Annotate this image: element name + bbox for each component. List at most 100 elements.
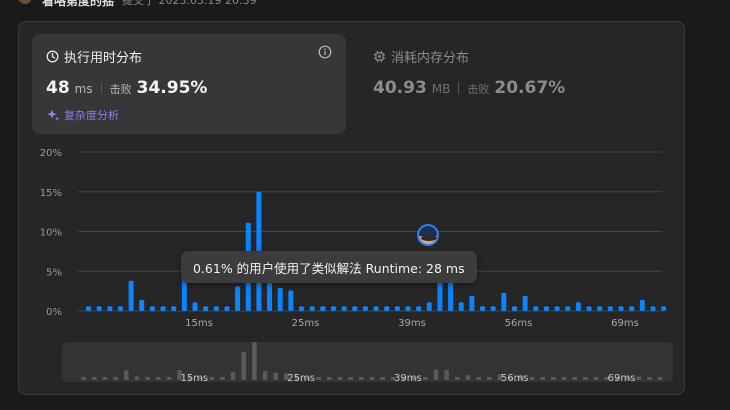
chart-bar[interactable]: [213, 306, 219, 311]
navigator-bar: [241, 351, 246, 380]
chart-bar[interactable]: [575, 302, 581, 311]
range-navigator[interactable]: [62, 342, 673, 382]
chart-bar[interactable]: [448, 279, 454, 311]
navigator-bar: [91, 377, 97, 380]
chart-bar[interactable]: [522, 295, 528, 311]
chart-bar[interactable]: [86, 306, 91, 311]
chart-bar[interactable]: [267, 283, 273, 311]
navigator-bar: [380, 377, 385, 380]
y-tick-label: 5%: [46, 267, 62, 278]
chart-bar[interactable]: [618, 306, 624, 311]
chart-bar[interactable]: [512, 306, 517, 311]
navigator-bar: [134, 376, 140, 380]
navigator-bar: [540, 377, 545, 380]
navigator-bar: [433, 369, 439, 380]
chart-bar[interactable]: [320, 306, 326, 311]
chart-bar[interactable]: [330, 306, 336, 311]
chart-bar[interactable]: [661, 306, 667, 311]
chart-bar[interactable]: [554, 306, 560, 311]
chart-bar[interactable]: [117, 306, 123, 311]
x-tick-label: 15ms: [185, 318, 213, 329]
x-tick-label: 39ms: [398, 318, 426, 329]
chart-bar[interactable]: [597, 306, 603, 311]
chart-bar[interactable]: [426, 302, 432, 311]
navigator-bar: [145, 377, 150, 380]
chart-bar[interactable]: [394, 306, 400, 311]
navigator-bar: [337, 377, 343, 380]
navigator-bar: [583, 377, 588, 380]
navigator-bar: [647, 377, 652, 380]
navigator-bar: [348, 377, 353, 380]
chart-bar[interactable]: [203, 306, 209, 311]
navigator-bar: [369, 377, 375, 380]
chart-bar[interactable]: [181, 279, 187, 311]
y-tick-label: 10%: [40, 228, 62, 239]
navigator-bar: [102, 377, 108, 380]
navigator-bar: [166, 377, 172, 380]
navigator-bar: [123, 370, 129, 380]
y-tick-label: 0%: [46, 307, 62, 318]
chart-tooltip: 0.61% 的用户使用了类似解法 Runtime: 28 ms: [181, 251, 477, 283]
chart-bar[interactable]: [288, 290, 294, 311]
chart-bar[interactable]: [469, 295, 475, 311]
chart-bar[interactable]: [171, 306, 177, 311]
x-tick-label: 69ms: [611, 318, 639, 329]
chart-bar[interactable]: [543, 306, 549, 311]
y-tick-label: 15%: [40, 188, 62, 199]
chart-bar[interactable]: [309, 306, 315, 311]
chart-bar[interactable]: [224, 306, 230, 311]
chart-bar[interactable]: [490, 306, 496, 311]
x-tick-label: 25ms: [292, 318, 320, 329]
chart-bar[interactable]: [629, 306, 635, 311]
chart-bar[interactable]: [480, 306, 486, 311]
chart-bar[interactable]: [352, 306, 358, 311]
x-tick-label: 56ms: [505, 318, 533, 329]
navigator-bar: [657, 377, 663, 380]
navigator-bar: [81, 377, 86, 380]
navigator-bar: [465, 375, 471, 380]
chart-bar[interactable]: [107, 306, 113, 311]
chart-bar[interactable]: [160, 306, 166, 311]
chart-bar[interactable]: [128, 280, 134, 311]
navigator-tick-label: 25ms: [287, 373, 315, 384]
runtime-distribution-chart[interactable]: 20% 15% 10% 5% 0% 15ms 25ms 39ms 56ms 69ms 15ms 25m…: [0, 0, 730, 410]
navigator-bar: [636, 376, 642, 380]
chart-bar[interactable]: [277, 287, 283, 311]
navigator-bar: [113, 377, 118, 380]
chart-bar[interactable]: [437, 278, 443, 311]
y-tick-label: 20%: [40, 148, 62, 159]
navigator-tick-label: 39ms: [394, 373, 422, 384]
chart-bar[interactable]: [416, 306, 422, 311]
navigator-bar: [252, 342, 257, 380]
navigator-bar: [358, 377, 364, 380]
navigator-bar: [209, 377, 214, 380]
chart-bar[interactable]: [192, 302, 198, 311]
navigator-bar: [551, 377, 556, 380]
navigator-bar: [326, 377, 332, 380]
chart-bar[interactable]: [235, 286, 241, 311]
chart-bar[interactable]: [639, 299, 645, 311]
chart-bar[interactable]: [96, 306, 102, 311]
chart-bar[interactable]: [299, 306, 304, 311]
chart-bar[interactable]: [362, 306, 368, 311]
chart-bar[interactable]: [139, 299, 145, 311]
chart-bar[interactable]: [405, 306, 411, 311]
navigator-bar: [561, 377, 567, 380]
chart-bar[interactable]: [373, 306, 379, 311]
chart-bar[interactable]: [533, 306, 539, 311]
chart-bar[interactable]: [650, 306, 656, 311]
chart-bar[interactable]: [501, 292, 507, 311]
navigator-bar: [593, 377, 599, 380]
chart-bar[interactable]: [607, 306, 613, 311]
navigator-bar: [262, 371, 268, 380]
navigator-tick-label: 69ms: [608, 373, 636, 384]
chart-bar[interactable]: [384, 306, 390, 311]
navigator-tick-label: 56ms: [501, 373, 529, 384]
chart-bar[interactable]: [458, 302, 464, 311]
chart-bar[interactable]: [565, 306, 571, 311]
my-submission-marker[interactable]: [417, 224, 439, 246]
chart-bar[interactable]: [149, 306, 155, 311]
navigator-bar: [572, 377, 578, 380]
chart-bar[interactable]: [586, 306, 592, 311]
chart-bar[interactable]: [341, 306, 347, 311]
